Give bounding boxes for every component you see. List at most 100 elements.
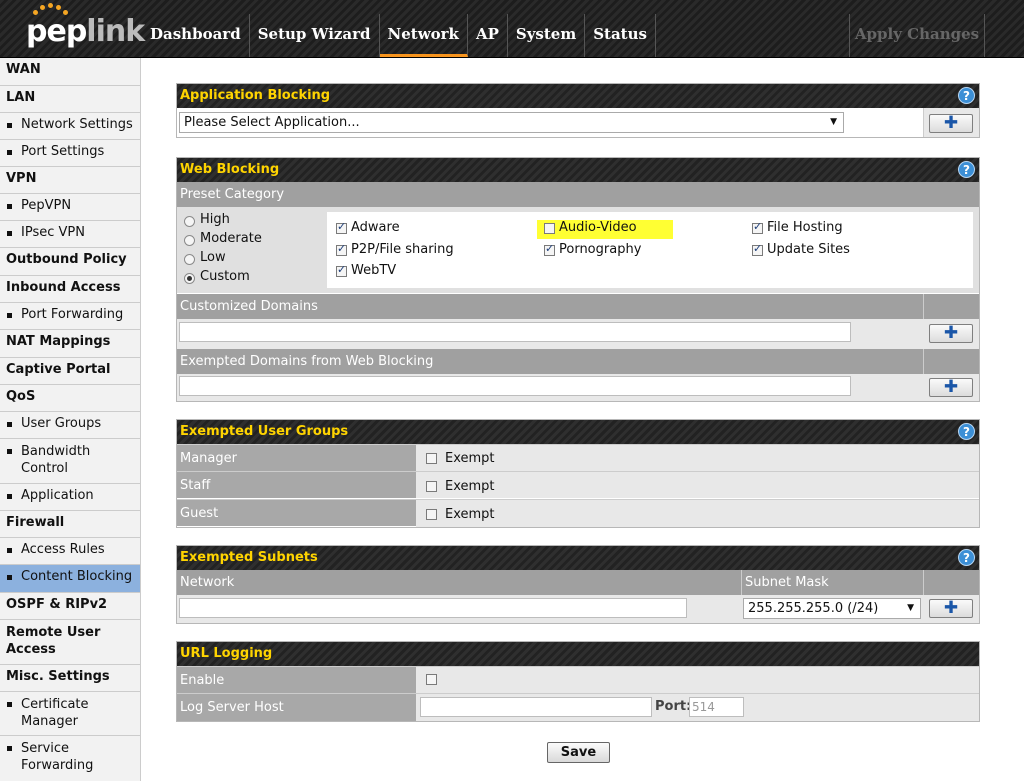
category-webtv-label: WebTV [351, 263, 397, 278]
sidebar-item-user-groups[interactable]: User Groups [0, 412, 140, 439]
exempted-user-groups-header: Exempted User Groups ? [177, 420, 979, 444]
sidebar-item-certificate-manager[interactable]: Certificate Manager [0, 692, 140, 736]
enable-label: Enable [177, 666, 416, 693]
chevron-down-icon: ▼ [907, 603, 914, 613]
tab-system[interactable]: System [508, 14, 586, 57]
sidebar-item-firewall[interactable]: Firewall [0, 511, 140, 538]
url-logging-enable-checkbox[interactable] [426, 674, 437, 685]
category-webtv-checkbox[interactable] [336, 263, 347, 277]
sidebar-item-outbound-policy[interactable]: Outbound Policy [0, 248, 140, 276]
subnet-mask-column-header: Subnet Mask [741, 570, 923, 595]
category-file-hosting-checkbox[interactable] [752, 220, 763, 234]
top-bar: peplink Dashboard Setup Wizard Network A… [0, 0, 1024, 58]
tab-setup-wizard[interactable]: Setup Wizard [250, 14, 380, 57]
logo-text-a: pep [26, 14, 87, 49]
group-guest-label: Guest [177, 499, 416, 526]
preset-low-radio[interactable] [184, 254, 195, 265]
sidebar-item-port-settings[interactable]: Port Settings [0, 140, 140, 167]
sidebar: WAN LAN Network Settings Port Settings V… [0, 58, 141, 781]
tab-network[interactable]: Network [379, 14, 468, 57]
group-staff-exempt-checkbox[interactable] [426, 481, 437, 492]
application-blocking-header: Application Blocking ? [177, 84, 979, 108]
sidebar-item-qos[interactable]: QoS [0, 385, 140, 412]
preset-custom-radio[interactable] [184, 273, 195, 284]
application-blocking-panel: Application Blocking ? Please Select App… [176, 83, 980, 138]
tab-dashboard[interactable]: Dashboard [142, 14, 250, 57]
preset-moderate-radio[interactable] [184, 235, 195, 246]
web-blocking-header: Web Blocking ? [177, 158, 979, 182]
sidebar-item-wan[interactable]: WAN [0, 58, 140, 86]
sidebar-item-captive-portal[interactable]: Captive Portal [0, 358, 140, 385]
customized-domain-input[interactable] [179, 322, 851, 342]
sidebar-item-service-forwarding[interactable]: Service Forwarding [0, 736, 140, 781]
group-manager-exempt-label: Exempt [445, 451, 495, 466]
port-label: Port: [655, 699, 692, 714]
sidebar-item-application[interactable]: Application [0, 484, 140, 511]
group-guest-exempt-label: Exempt [445, 507, 495, 522]
help-icon[interactable]: ? [958, 423, 975, 440]
category-p2p-label: P2P/File sharing [351, 242, 454, 257]
add-application-button[interactable]: ✚ [929, 114, 973, 133]
category-p2p-checkbox[interactable] [336, 242, 347, 256]
add-subnet-button[interactable]: ✚ [929, 599, 973, 618]
sidebar-item-misc-settings[interactable]: Misc. Settings [0, 665, 140, 692]
category-pornography-checkbox[interactable] [544, 242, 555, 256]
help-icon[interactable]: ? [958, 161, 975, 178]
sidebar-item-nat-mappings[interactable]: NAT Mappings [0, 330, 140, 358]
application-blocking-title: Application Blocking [180, 88, 331, 103]
save-button[interactable]: Save [547, 742, 610, 763]
preset-low-label: Low [200, 250, 226, 265]
sidebar-item-lan[interactable]: LAN [0, 86, 140, 113]
network-column-header: Network [177, 570, 741, 595]
add-exempted-domain-button[interactable]: ✚ [929, 378, 973, 397]
sidebar-item-port-forwarding[interactable]: Port Forwarding [0, 303, 140, 330]
sidebar-item-inbound-access[interactable]: Inbound Access [0, 276, 140, 303]
peplink-logo: peplink [0, 0, 145, 57]
sidebar-item-vpn[interactable]: VPN [0, 167, 140, 194]
apply-changes-button[interactable]: Apply Changes [849, 14, 985, 57]
exempted-user-groups-title: Exempted User Groups [180, 424, 349, 439]
url-logging-panel: URL Logging Enable Log Server Host Port:… [176, 641, 980, 722]
subnet-network-input[interactable] [179, 598, 687, 618]
group-staff-exempt-label: Exempt [445, 479, 495, 494]
sidebar-item-ospf-ripv2[interactable]: OSPF & RIPv2 [0, 593, 140, 620]
add-customized-domain-button[interactable]: ✚ [929, 324, 973, 343]
category-audio-video-checkbox[interactable] [544, 223, 555, 234]
log-server-host-input[interactable] [420, 697, 652, 717]
sidebar-item-access-rules[interactable]: Access Rules [0, 538, 140, 565]
sidebar-item-ipsec-vpn[interactable]: IPsec VPN [0, 221, 140, 248]
sidebar-item-bandwidth-control[interactable]: Bandwidth Control [0, 439, 140, 484]
category-update-sites-label: Update Sites [767, 242, 850, 257]
group-guest-exempt-checkbox[interactable] [426, 509, 437, 520]
subnet-mask-select[interactable]: 255.255.255.0 (/24) ▼ [743, 598, 921, 619]
log-server-host-label: Log Server Host [177, 693, 416, 721]
application-select[interactable]: Please Select Application... ▼ [179, 112, 844, 133]
exempted-subnets-header: Exempted Subnets ? [177, 546, 979, 570]
tab-ap[interactable]: AP [468, 14, 508, 57]
preset-high-radio[interactable] [184, 216, 195, 227]
port-input[interactable]: 514 [689, 697, 744, 717]
url-logging-header: URL Logging [177, 642, 979, 666]
logo-text-b: link [86, 14, 145, 49]
customized-domains-label: Customized Domains [177, 294, 923, 319]
group-manager-exempt-checkbox[interactable] [426, 453, 437, 464]
sidebar-item-remote-user-access[interactable]: Remote User Access [0, 620, 140, 665]
category-pornography-label: Pornography [559, 242, 642, 257]
category-update-sites-checkbox[interactable] [752, 242, 763, 256]
sidebar-item-pepvpn[interactable]: PepVPN [0, 194, 140, 221]
sidebar-item-content-blocking[interactable]: Content Blocking [0, 565, 140, 593]
group-manager-label: Manager [177, 444, 416, 471]
exempted-subnets-title: Exempted Subnets [180, 550, 318, 565]
help-icon[interactable]: ? [958, 87, 975, 104]
help-icon[interactable]: ? [958, 549, 975, 566]
preset-category-label: Preset Category [177, 182, 979, 207]
url-logging-title: URL Logging [180, 646, 273, 661]
exempted-domain-input[interactable] [179, 376, 851, 396]
sidebar-item-network-settings[interactable]: Network Settings [0, 113, 140, 140]
preset-moderate-label: Moderate [200, 231, 262, 246]
category-adware-checkbox[interactable] [336, 220, 347, 234]
web-blocking-panel: Web Blocking ? Preset Category High Mode… [176, 157, 980, 402]
preset-high-label: High [200, 212, 230, 227]
tab-status[interactable]: Status [585, 14, 656, 57]
group-staff-label: Staff [177, 471, 416, 498]
